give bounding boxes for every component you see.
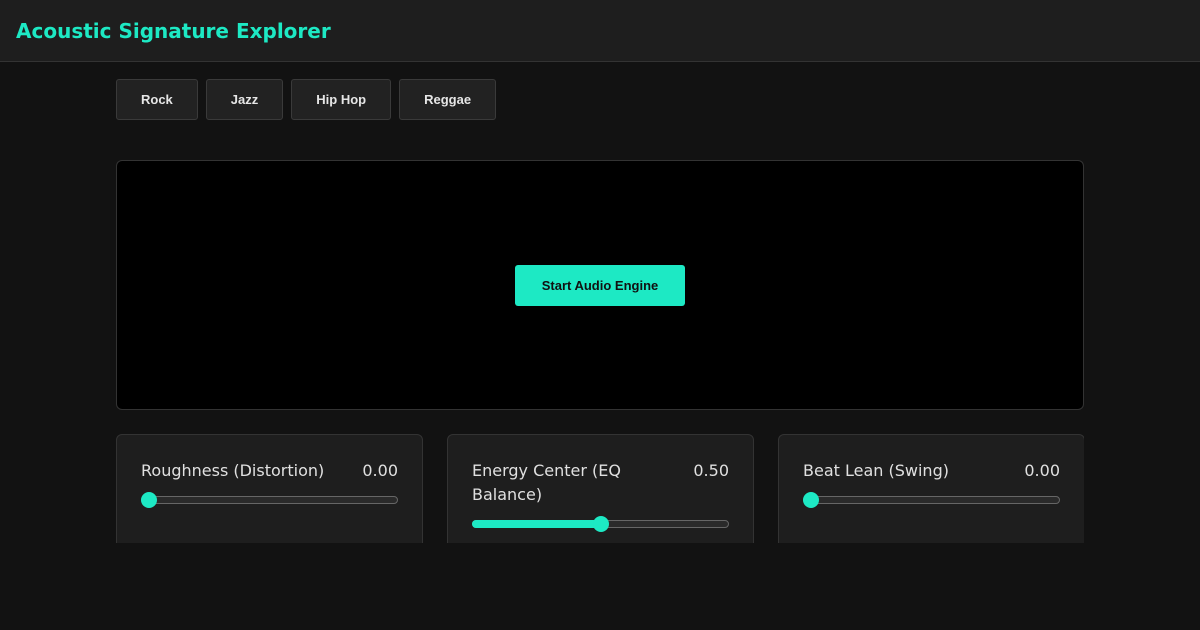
genre-button-rock[interactable]: Rock (116, 79, 198, 120)
control-value: 0.50 (693, 461, 729, 480)
slider-thumb[interactable] (803, 492, 819, 508)
slider-track[interactable] (803, 496, 1060, 504)
slider-track[interactable] (141, 496, 398, 504)
slider-fill (472, 520, 601, 528)
energy-center-slider[interactable] (472, 516, 729, 532)
control-label: Roughness (Distortion) (141, 461, 325, 480)
control-value: 0.00 (1024, 461, 1060, 480)
app-header: Acoustic Signature Explorer (0, 0, 1200, 62)
genre-button-hip-hop[interactable]: Hip Hop (291, 79, 392, 120)
audio-visualizer: Start Audio Engine (116, 160, 1084, 410)
control-panel-energy-center: Energy Center (EQ Balance) 0.50 (447, 434, 754, 543)
control-panel-roughness: Roughness (Distortion) 0.00 (116, 434, 423, 543)
beat-lean-slider[interactable] (803, 492, 1060, 508)
roughness-slider[interactable] (141, 492, 398, 508)
slider-thumb[interactable] (141, 492, 157, 508)
slider-thumb[interactable] (593, 516, 609, 532)
genre-button-jazz[interactable]: Jazz (205, 79, 284, 120)
control-value: 0.00 (362, 461, 398, 480)
control-label: Beat Lean (Swing) (803, 461, 949, 480)
control-panel-beat-lean: Beat Lean (Swing) 0.00 (778, 434, 1084, 543)
app-title: Acoustic Signature Explorer (16, 19, 331, 43)
start-audio-engine-button[interactable]: Start Audio Engine (515, 265, 685, 306)
genre-selector: Rock Jazz Hip Hop Reggae (116, 79, 497, 120)
control-panels: Roughness (Distortion) 0.00 Energy Cente… (116, 434, 1084, 543)
genre-button-reggae[interactable]: Reggae (399, 79, 497, 120)
control-label: Energy Center (EQ Balance) (472, 461, 621, 504)
